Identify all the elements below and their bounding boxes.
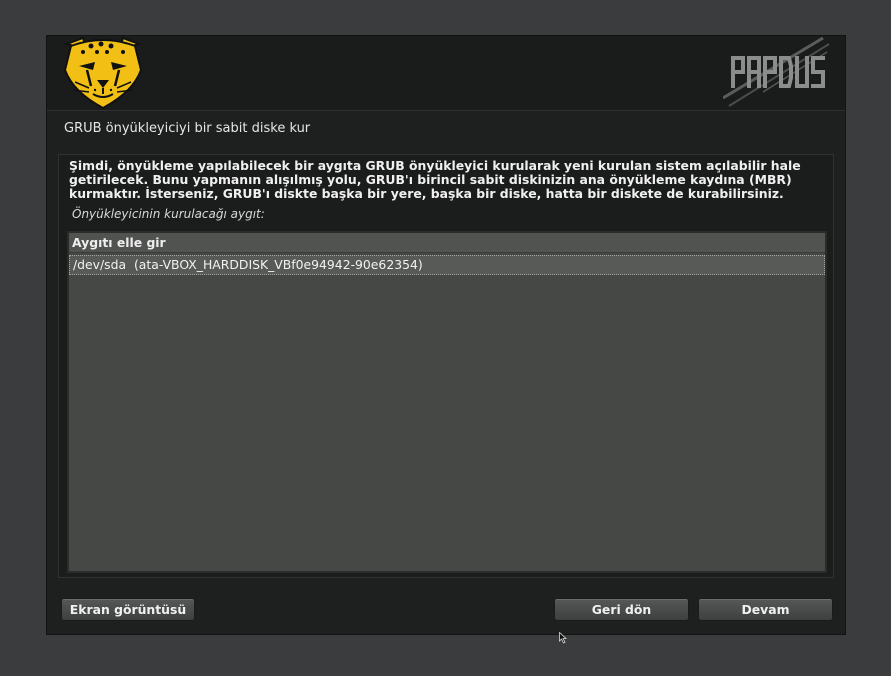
installer-window: GRUB önyükleyiciyi bir sabit diske kur Ş… bbox=[46, 35, 846, 635]
list-item-dev-sda[interactable]: /dev/sda (ata-VBOX_HARDDISK_VBf0e94942-9… bbox=[69, 255, 825, 275]
device-list-label: Önyükleyicinin kurulacağı aygıt: bbox=[72, 207, 265, 221]
content-panel: Şimdi, önyükleme yapılabilecek bir aygıt… bbox=[58, 154, 834, 578]
back-button[interactable]: Geri dön bbox=[554, 598, 689, 621]
device-list[interactable]: Aygıtı elle gir /dev/sda (ata-VBOX_HARDD… bbox=[67, 231, 827, 573]
screenshot-button[interactable]: Ekran görüntüsü bbox=[61, 598, 195, 621]
mouse-cursor-icon bbox=[559, 629, 568, 644]
page-title: GRUB önyükleyiciyi bir sabit diske kur bbox=[64, 121, 311, 136]
next-button[interactable]: Devam bbox=[698, 598, 833, 621]
description-text: Şimdi, önyükleme yapılabilecek bir aygıt… bbox=[69, 158, 801, 201]
list-item-manual-entry[interactable]: Aygıtı elle gir bbox=[69, 233, 825, 253]
cheetah-logo-icon bbox=[61, 36, 145, 110]
installer-header bbox=[47, 36, 845, 111]
pardus-logo-icon bbox=[722, 36, 831, 110]
